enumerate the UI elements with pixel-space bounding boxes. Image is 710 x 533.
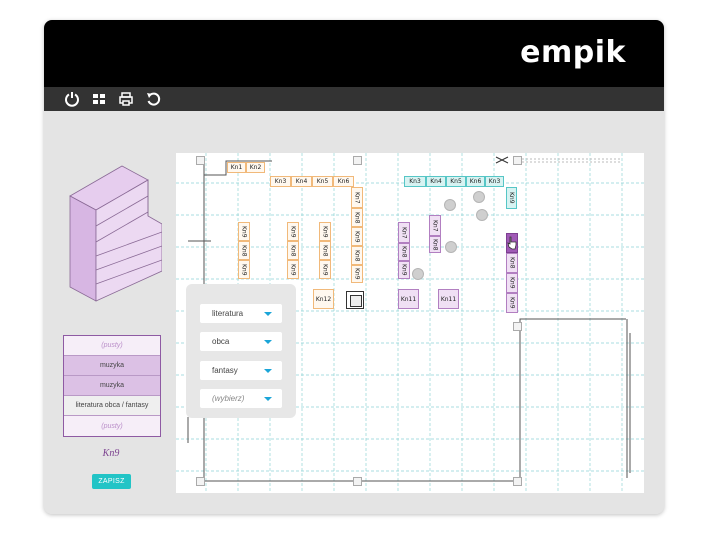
chevron-down-icon: [264, 339, 272, 344]
shelf-kn9-selected[interactable]: [506, 233, 518, 253]
shelf-kn8[interactable]: Kn8: [238, 241, 250, 260]
round-table[interactable]: [476, 209, 488, 221]
shelf-kn3[interactable]: Kn3: [270, 176, 291, 187]
shelf-kn3-teal[interactable]: Kn3: [404, 176, 426, 187]
shelf-kn9[interactable]: Kn9: [238, 222, 250, 241]
shelf-level-row[interactable]: muzyka: [64, 356, 160, 376]
shelf-kn9[interactable]: Kn9: [351, 265, 363, 283]
category-select-level2[interactable]: obca: [200, 332, 282, 351]
category-select-level1[interactable]: literatura: [200, 304, 282, 323]
shelf-level-row[interactable]: literatura obca / fantasy: [64, 396, 160, 416]
shelf-kn8[interactable]: Kn8: [398, 243, 410, 261]
category-level1-value: literatura: [212, 309, 244, 318]
shelf-kn9[interactable]: Kn9: [287, 260, 299, 279]
shelf-kn2[interactable]: Kn2: [246, 162, 265, 173]
category-select-level4[interactable]: (wybierz): [200, 389, 282, 408]
shelf-kn1[interactable]: Kn1: [227, 162, 246, 173]
undo-icon[interactable]: [144, 90, 162, 108]
shelf-kn5-teal[interactable]: Kn5: [446, 176, 466, 187]
shelf-kn9[interactable]: Kn9: [319, 260, 331, 279]
print-icon[interactable]: [117, 90, 135, 108]
category-level2-value: obca: [212, 337, 230, 346]
shelf-kn6-teal[interactable]: Kn6: [466, 176, 485, 187]
shelf-kn9[interactable]: Kn9: [398, 261, 410, 279]
toolbar: [44, 87, 664, 111]
shelf-kn7[interactable]: Kn7: [429, 215, 441, 236]
save-button[interactable]: ZAPISZ: [92, 474, 131, 489]
shelf-kn11[interactable]: Kn11: [438, 289, 459, 309]
pillar: [513, 156, 522, 165]
header-bar: empik: [44, 20, 664, 87]
chevron-down-icon: [264, 368, 272, 373]
shelf-kn12[interactable]: Kn12: [313, 289, 334, 309]
shelf-kn9[interactable]: Kn9: [506, 293, 518, 313]
shelf-kn3b-teal[interactable]: Kn3: [485, 176, 504, 187]
main-content: Kn1 Kn2 Kn3 Kn4 Kn5 Kn6 Kn3 Kn4 Kn5 Kn6 …: [44, 111, 664, 514]
hand-cursor-icon: [507, 236, 517, 250]
shelf-kn8[interactable]: Kn8: [351, 246, 363, 265]
round-table[interactable]: [473, 191, 485, 203]
category-select-level3[interactable]: fantasy: [200, 361, 282, 380]
shelf-kn4[interactable]: Kn4: [291, 176, 312, 187]
selected-shelf-title: Kn9: [102, 448, 120, 459]
grid-icon[interactable]: [90, 90, 108, 108]
shelf-3d-preview: [69, 165, 162, 302]
shelf-kn7[interactable]: Kn7: [351, 187, 363, 208]
shelf-kn6[interactable]: Kn6: [333, 176, 354, 187]
shelf-kn9[interactable]: Kn9: [238, 260, 250, 279]
shelf-level-row[interactable]: muzyka: [64, 376, 160, 396]
shelf-kn8[interactable]: Kn8: [351, 208, 363, 227]
round-table[interactable]: [412, 268, 424, 280]
shelf-kn7[interactable]: Kn7: [398, 222, 410, 243]
pillar: [196, 156, 205, 165]
pillar: [353, 477, 362, 486]
chevron-down-icon: [264, 311, 272, 316]
shelf-kn8[interactable]: Kn8: [429, 236, 441, 253]
shelf-kn9[interactable]: Kn9: [506, 273, 518, 293]
shelf-kn9[interactable]: Kn9: [319, 222, 331, 241]
shelf-kn9[interactable]: Kn9: [287, 222, 299, 241]
shelf-levels-list: (pusty) muzyka muzyka literatura obca / …: [63, 335, 161, 437]
empik-logo: empik: [520, 35, 626, 70]
round-table[interactable]: [445, 241, 457, 253]
shelf-kn8[interactable]: Kn8: [287, 241, 299, 260]
shelf-level-row[interactable]: (pusty): [64, 416, 160, 436]
shelf-kn9[interactable]: Kn9: [351, 227, 363, 246]
shelf-kn8[interactable]: Kn8: [506, 253, 518, 273]
pillar: [513, 322, 522, 331]
app-window: empik Kn1 Kn2 Kn3 Kn4 Kn5 Kn6 Kn3 Kn4 Kn…: [44, 20, 664, 514]
column-block: [346, 291, 364, 309]
shelf-kn9-teal[interactable]: Kn9: [506, 187, 517, 209]
pillar: [196, 477, 205, 486]
power-icon[interactable]: [63, 90, 81, 108]
category-level4-placeholder: (wybierz): [212, 394, 245, 403]
chevron-down-icon: [264, 396, 272, 401]
round-table[interactable]: [444, 199, 456, 211]
shelf-level-row[interactable]: (pusty): [64, 336, 160, 356]
shelf-kn5[interactable]: Kn5: [312, 176, 333, 187]
shelf-kn8[interactable]: Kn8: [319, 241, 331, 260]
shelf-kn11[interactable]: Kn11: [398, 289, 419, 309]
category-level3-value: fantasy: [212, 366, 238, 375]
category-filter-panel: literatura obca fantasy (wybierz): [186, 284, 296, 418]
pillar: [353, 156, 362, 165]
shelf-kn4-teal[interactable]: Kn4: [426, 176, 446, 187]
pillar: [513, 477, 522, 486]
